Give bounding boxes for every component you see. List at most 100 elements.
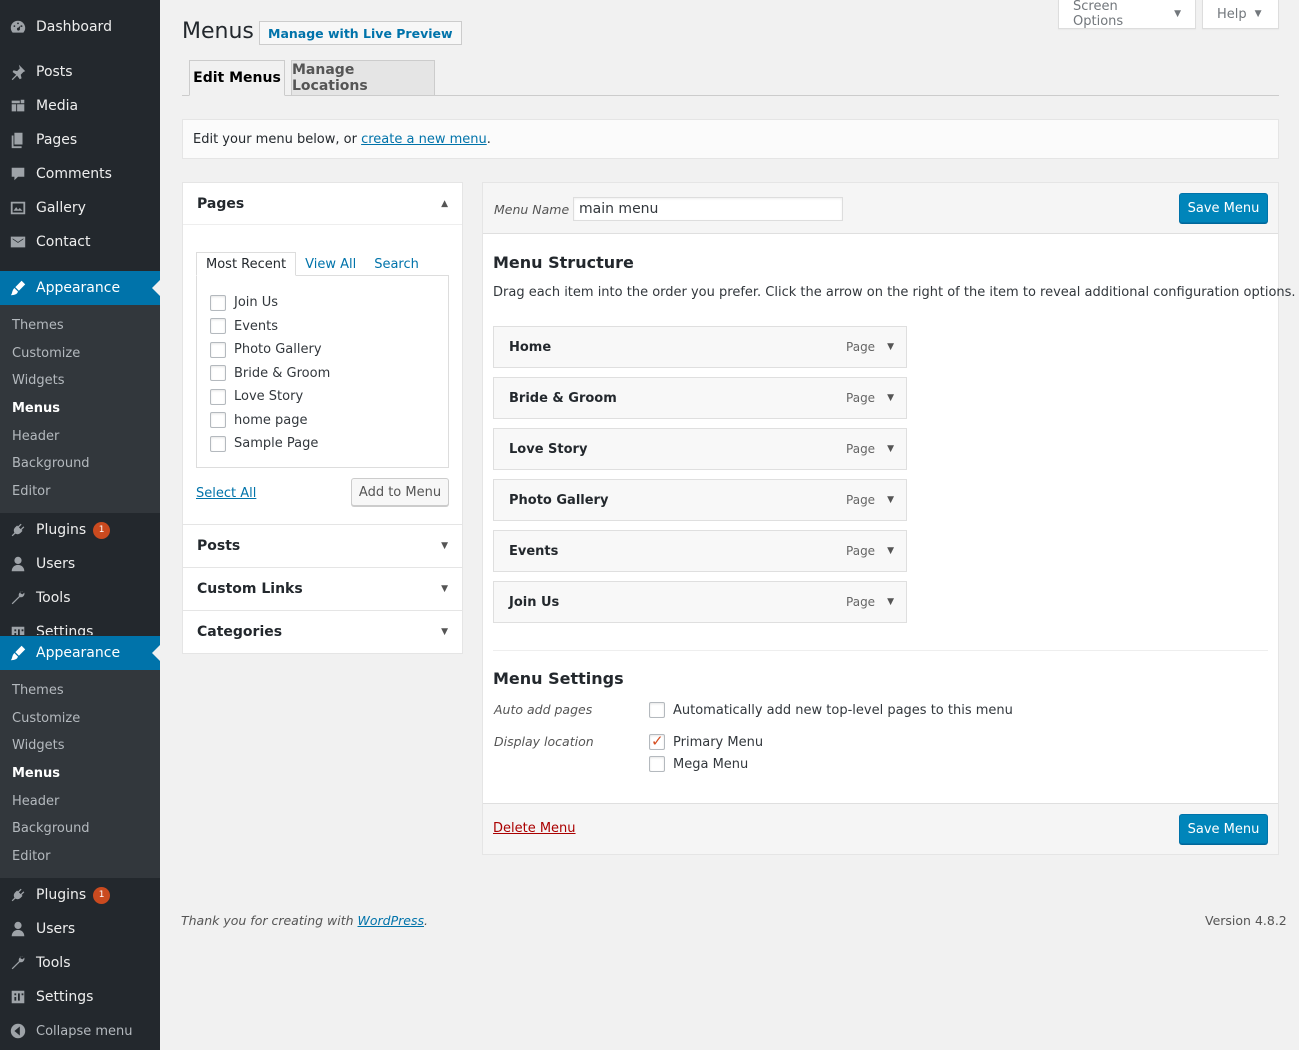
admin-sidebar: Dashboard Posts Media Pages Comments Gal… (0, 0, 160, 1050)
sidebar-item-settings[interactable]: Settings (0, 980, 160, 1014)
submenu-item-widgets[interactable]: Widgets (0, 367, 160, 395)
mega-menu-checkbox[interactable] (649, 756, 665, 772)
menu-item-type: Page (846, 544, 876, 558)
menu-item[interactable]: Love Story Page ▼ (493, 428, 907, 470)
caret-down-icon[interactable]: ▼ (887, 597, 894, 607)
pages-metabox-header[interactable]: Pages ▲ (183, 183, 462, 225)
tab-edit-menus[interactable]: Edit Menus (189, 60, 285, 96)
sidebar-item-tools[interactable]: Tools (0, 581, 160, 615)
sidebar-item-pages[interactable]: Pages (0, 123, 160, 157)
page-checkbox[interactable] (210, 365, 226, 382)
list-item[interactable]: Events (197, 315, 448, 339)
auto-add-checkbox[interactable] (649, 702, 665, 718)
list-item[interactable]: Bride & Groom (197, 362, 448, 386)
posts-metabox-header[interactable]: Posts ▼ (183, 525, 462, 567)
submenu-item-customize[interactable]: Customize (0, 705, 160, 733)
screen-options-button[interactable]: Screen Options ▼ (1058, 0, 1196, 29)
sidebar-item-appearance[interactable]: Appearance (0, 271, 160, 305)
caret-down-icon: ▼ (1174, 9, 1181, 19)
submenu-item-background[interactable]: Background (0, 815, 160, 843)
page-checkbox[interactable] (210, 341, 226, 358)
submenu-item-menus[interactable]: Menus (0, 395, 160, 423)
sidebar-item-appearance[interactable]: Appearance (0, 636, 160, 670)
tab-view-all[interactable]: View All (296, 252, 365, 276)
submenu-item-customize[interactable]: Customize (0, 340, 160, 368)
sidebar-item-users[interactable]: Users (0, 912, 160, 946)
menu-item[interactable]: Events Page ▼ (493, 530, 907, 572)
sidebar-item-plugins[interactable]: Plugins 1 (0, 513, 160, 547)
collapse-menu-button[interactable]: Collapse menu (0, 1014, 160, 1048)
caret-down-icon[interactable]: ▼ (887, 546, 894, 556)
sidebar-item-contact[interactable]: Contact (0, 225, 160, 259)
list-item[interactable]: Photo Gallery (197, 338, 448, 362)
caret-down-icon[interactable]: ▼ (887, 393, 894, 403)
sidebar-item-gallery[interactable]: Gallery (0, 191, 160, 225)
sidebar-item-label: Gallery (36, 200, 86, 216)
page-checkbox[interactable] (210, 412, 226, 429)
sidebar-item-tools[interactable]: Tools (0, 946, 160, 980)
menu-item-title: Join Us (509, 594, 560, 610)
sidebar-item-label: Users (36, 556, 76, 572)
submenu-item-editor[interactable]: Editor (0, 843, 160, 871)
submenu-item-themes[interactable]: Themes (0, 677, 160, 705)
caret-down-icon[interactable]: ▼ (887, 342, 894, 352)
caret-down-icon[interactable]: ▼ (887, 495, 894, 505)
submenu-item-menus[interactable]: Menus (0, 760, 160, 788)
caret-down-icon[interactable]: ▼ (887, 444, 894, 454)
primary-menu-checkbox[interactable] (649, 732, 665, 750)
menu-item-title: Love Story (509, 441, 588, 457)
list-item[interactable]: home page (197, 409, 448, 433)
select-all-link[interactable]: Select All (196, 486, 256, 501)
categories-metabox-header[interactable]: Categories ▼ (183, 611, 462, 653)
save-menu-button[interactable]: Save Menu (1179, 193, 1268, 223)
menu-item[interactable]: Home Page ▼ (493, 326, 907, 368)
update-count-badge: 1 (93, 521, 111, 539)
location-mega-option[interactable]: Mega Menu (649, 756, 748, 772)
create-new-menu-link[interactable]: create a new menu (361, 132, 487, 147)
caret-down-icon: ▼ (441, 584, 448, 594)
page-checkbox[interactable] (210, 435, 226, 452)
menu-name-input[interactable]: main menu (573, 197, 843, 221)
page-checkbox[interactable] (210, 388, 226, 405)
submenu-item-editor[interactable]: Editor (0, 478, 160, 506)
page-checkbox[interactable] (210, 318, 226, 335)
tab-search[interactable]: Search (365, 252, 428, 276)
help-button[interactable]: Help ▼ (1202, 0, 1279, 29)
menu-item[interactable]: Photo Gallery Page ▼ (493, 479, 907, 521)
list-item[interactable]: Love Story (197, 385, 448, 409)
sidebar-item-dashboard[interactable]: Dashboard (0, 10, 160, 44)
custom-links-metabox-header[interactable]: Custom Links ▼ (183, 568, 462, 610)
list-item[interactable]: Sample Page (197, 432, 448, 456)
sidebar-item-settings-partial[interactable]: Settings (0, 615, 160, 635)
menu-item[interactable]: Bride & Groom Page ▼ (493, 377, 907, 419)
sidebar-item-posts[interactable]: Posts (0, 55, 160, 89)
save-menu-button[interactable]: Save Menu (1179, 814, 1268, 844)
menu-item[interactable]: Join Us Page ▼ (493, 581, 907, 623)
notice-suffix: . (486, 131, 491, 147)
page-checkbox[interactable] (210, 294, 226, 311)
live-preview-button[interactable]: Manage with Live Preview (259, 21, 462, 45)
tab-manage-locations[interactable]: Manage Locations (291, 60, 435, 96)
submenu-item-header[interactable]: Header (0, 422, 160, 450)
list-item[interactable]: Join Us (197, 291, 448, 315)
plugin-icon (0, 521, 36, 539)
sidebar-item-plugins[interactable]: Plugins 1 (0, 878, 160, 912)
auto-add-option[interactable]: Automatically add new top-level pages to… (649, 702, 1013, 718)
pages-checklist: Join Us Events Photo Gallery Bride & Gro… (196, 275, 449, 468)
add-to-menu-button[interactable]: Add to Menu (351, 478, 449, 506)
submenu-item-widgets[interactable]: Widgets (0, 732, 160, 760)
delete-menu-link[interactable]: Delete Menu (493, 821, 576, 836)
menu-item-type: Page (846, 442, 876, 456)
submenu-item-header[interactable]: Header (0, 787, 160, 815)
tab-most-recent[interactable]: Most Recent (196, 252, 297, 276)
wordpress-link[interactable]: WordPress (358, 913, 424, 928)
pages-tabs: Most Recent View All Search (196, 252, 428, 276)
sidebar-item-users[interactable]: Users (0, 547, 160, 581)
sidebar-item-label: Users (36, 921, 76, 937)
sidebar-item-media[interactable]: Media (0, 89, 160, 123)
sidebar-item-comments[interactable]: Comments (0, 157, 160, 191)
gallery-icon (0, 199, 36, 217)
location-primary-option[interactable]: Primary Menu (649, 732, 763, 750)
submenu-item-themes[interactable]: Themes (0, 312, 160, 340)
submenu-item-background[interactable]: Background (0, 450, 160, 478)
